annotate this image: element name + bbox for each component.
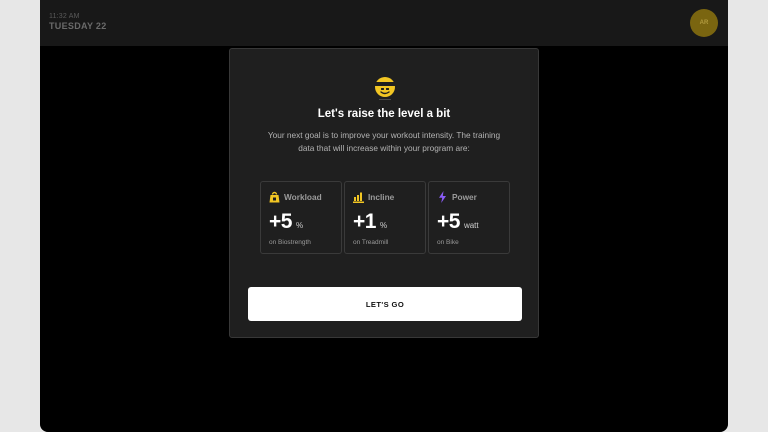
top-bar: 11:32 AM TUESDAY 22 AR [40,0,728,46]
stat-card-incline: Incline +1 % on Treadmill [344,181,426,254]
stat-label: Workload [284,192,322,202]
stat-value: +5 [437,210,460,233]
device-screen: 11:32 AM TUESDAY 22 AR Let's raise the l… [40,0,728,432]
goal-modal: Let's raise the level a bit Your next go… [229,48,539,338]
incline-icon [353,192,364,203]
stat-unit: % [379,221,388,230]
modal-title: Let's raise the level a bit [317,108,451,120]
stat-unit: % [295,221,304,230]
lightning-icon [439,191,446,203]
stat-card-power: Power +5 watt on Bike [428,181,510,254]
lets-go-button[interactable]: LET'S GO [248,287,522,321]
avatar[interactable]: AR [690,9,718,37]
stat-label: Incline [368,192,395,202]
stat-value: +5 [269,210,292,233]
stat-card-workload: Workload +5 % on Biostrength [260,181,342,254]
weight-icon [269,191,280,203]
stat-equipment: on Bike [437,239,459,246]
clock-date: TUESDAY 22 [49,21,107,31]
stat-value: +1 [353,210,376,233]
stat-unit: watt [463,221,479,230]
stat-equipment: on Treadmill [353,239,389,246]
stat-label: Power [452,192,477,202]
clock-time: 11:32 AM [49,13,80,20]
headband-smiley-icon [375,77,395,100]
stat-equipment: on Biostrength [269,239,311,246]
modal-subtitle: Your next goal is to improve your workou… [267,130,501,153]
